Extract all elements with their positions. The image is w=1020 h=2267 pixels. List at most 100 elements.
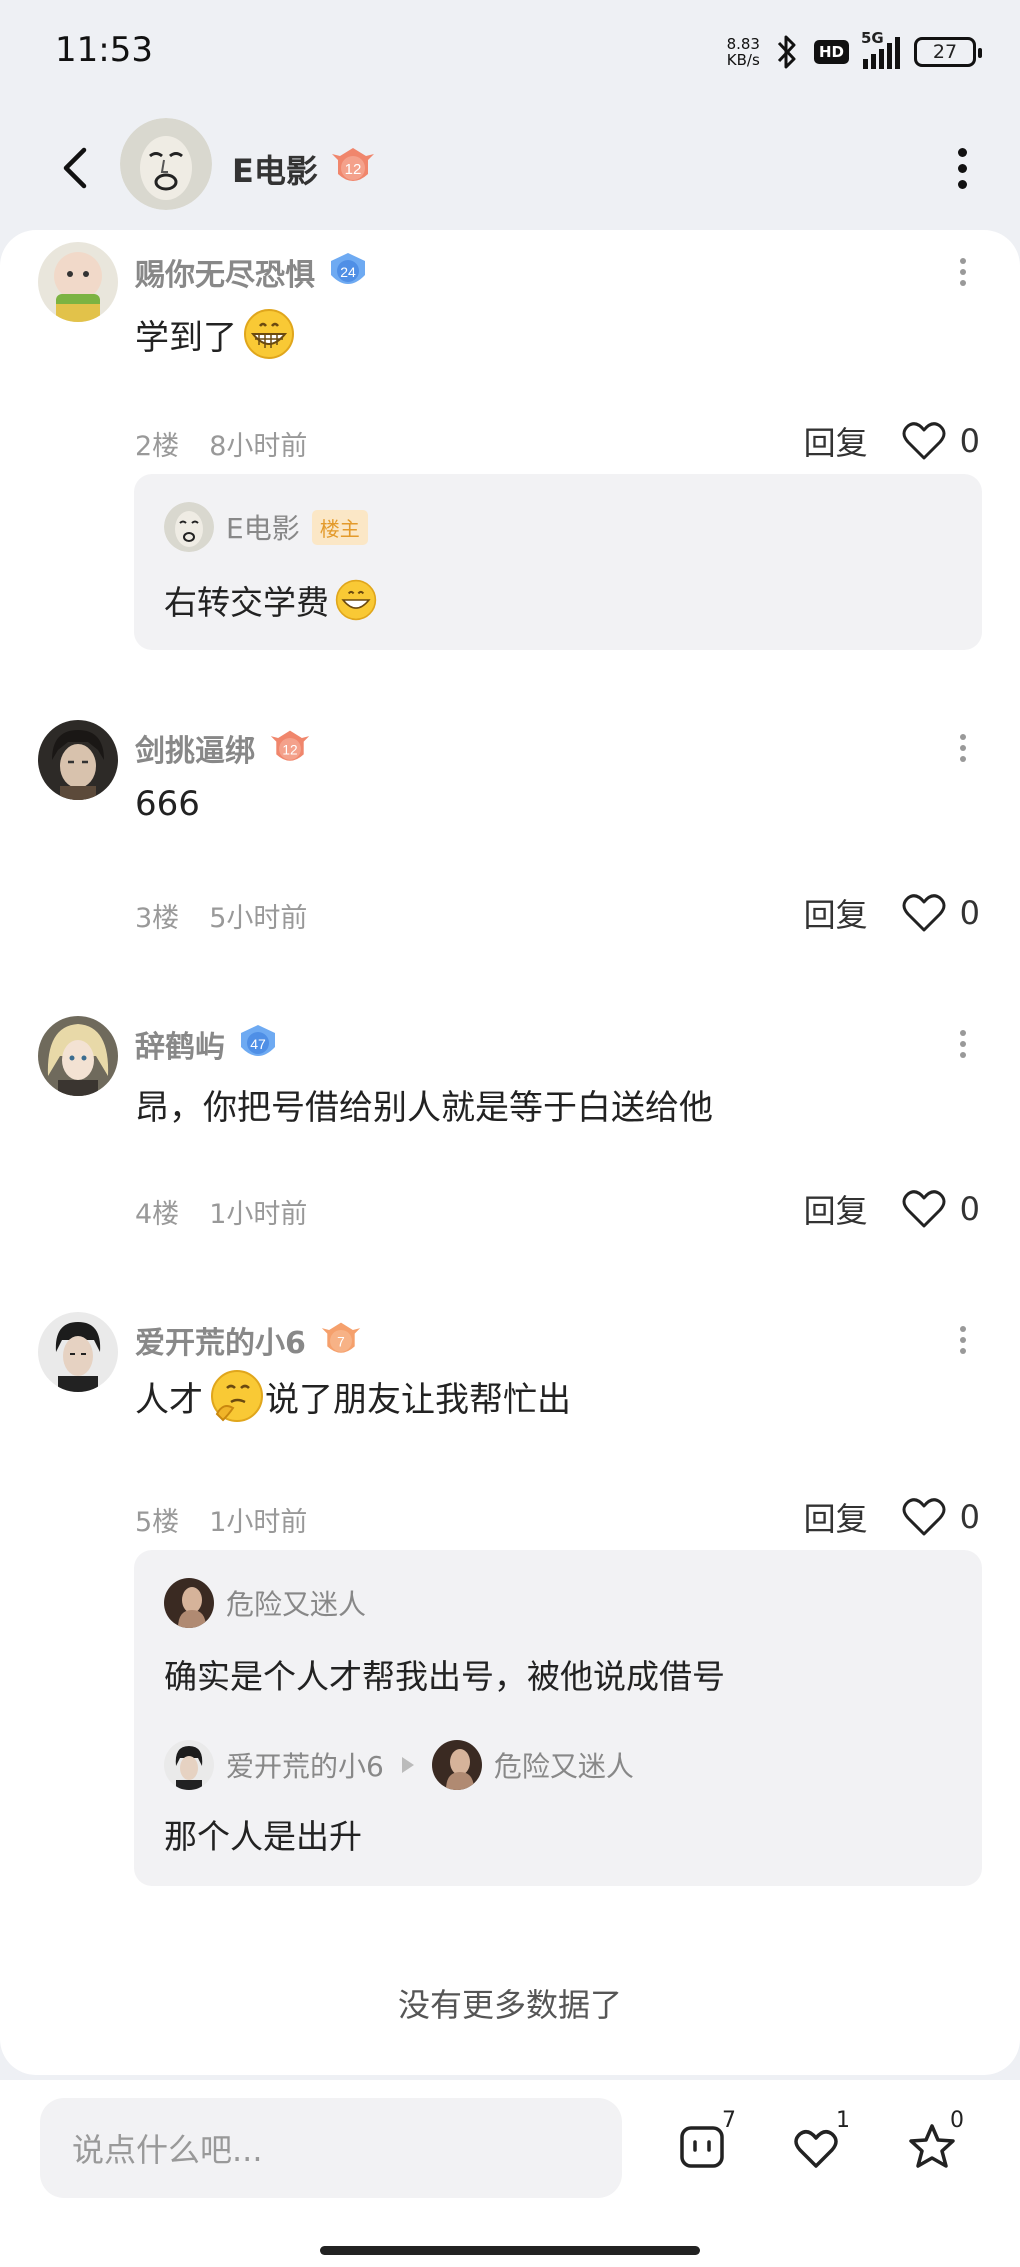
comment-more-button[interactable] [948,726,978,770]
reply-user-name[interactable]: E电影 [226,507,300,547]
comment-floor: 2楼 [135,431,180,462]
svg-text:12: 12 [282,742,297,757]
commenter-avatar[interactable] [38,1016,118,1096]
commenter-avatar[interactable] [38,720,118,800]
status-icons: 8.83 KB/s HD 5G 27 [727,29,982,74]
commenter-name-row: 辞鹤屿 47 [135,1022,281,1066]
hd-badge: HD [813,40,849,64]
comment-more-button[interactable] [948,1318,978,1362]
reply-box: 危险又迷人 确实是个人才帮我出号，被他说成借号 爱开荒的小6 危险又迷人 那个人… [134,1550,982,1886]
network-type: 5G [861,29,884,47]
level-shield-icon: 12 [270,730,310,761]
reply-button[interactable]: 回复 [804,1494,868,1540]
thinking-emoji-icon [211,1370,263,1422]
reply-text: 那个人是出升 [164,1810,362,1858]
comment-text-content: 学到了 [135,317,237,358]
reply-from-name[interactable]: 爱开荒的小6 [226,1745,384,1785]
reply-button[interactable]: 回复 [804,890,868,936]
reply-avatar[interactable] [164,1740,214,1790]
comment-text: 666 [135,784,200,824]
commenter-name[interactable]: 辞鹤屿 [135,1022,225,1066]
comment-floor: 5楼 [135,1507,180,1538]
comment-more-button[interactable] [948,250,978,294]
level-shield-icon: 47 [241,1025,275,1056]
like-count: 0 [959,894,980,932]
back-button[interactable] [48,140,104,196]
home-indicator[interactable] [320,2246,700,2255]
network-speed-unit: KB/s [726,51,760,69]
network-speed: 8.83 KB/s [727,36,760,68]
svg-text:24: 24 [340,264,356,280]
author-avatar[interactable] [120,118,212,210]
meme-face-avatar-icon [120,118,212,210]
comment-meta: 2楼 8小时前 [135,424,307,463]
heart-icon [902,422,946,460]
commenter-name[interactable]: 剑挑逼绑 [135,726,255,770]
like-button[interactable]: 0 [902,1497,980,1537]
like-button[interactable]: 0 [902,1189,980,1229]
reply-text-content: 确实是个人才帮我出号，被他说成借号 [164,1657,725,1696]
comment-input[interactable]: 说点什么吧... [40,2098,622,2198]
like-count: 0 [959,422,980,460]
reply-user: 危险又迷人 [164,1578,366,1628]
commenter-name[interactable]: 赐你无尽恐惧 [135,250,315,294]
like-total-count: 1 [836,2108,850,2133]
no-more-data: 没有更多数据了 [397,1986,622,2024]
comment-time: 1小时前 [209,1199,308,1230]
like-button[interactable]: 0 [902,893,980,933]
commenter-name-row: 剑挑逼绑 12 [135,726,315,770]
reply-user: E电影 楼主 [164,502,368,552]
svg-text:7: 7 [337,1334,345,1349]
reply-avatar[interactable] [164,1578,214,1628]
signal-icon: 5G [861,29,900,69]
person-avatar-icon [431,1740,482,1790]
level-shield-icon: 7 [321,1322,361,1353]
more-options-button[interactable] [944,140,980,196]
battery-icon: 27 [914,37,982,67]
like-button[interactable]: 0 [902,421,980,461]
comment-text: 昂，你把号借给别人就是等于白送给他 [135,1080,713,1129]
commenter-avatar[interactable] [38,1312,118,1392]
status-bar: 11:53 8.83 KB/s HD 5G 27 [0,0,1020,110]
comment-meta: 5楼 1小时前 [135,1500,307,1539]
commenter-name[interactable]: 爱开荒的小6 [135,1318,306,1362]
anime-character-avatar-icon [38,1312,118,1392]
comment-text: 学到了 [135,308,295,360]
reply-text: 右转交学费 [164,576,377,624]
reply-text-content: 那个人是出升 [164,1817,362,1856]
comment-time: 5小时前 [209,903,308,934]
anime-character-avatar-icon [164,1740,214,1790]
comment-more-button[interactable] [948,1022,978,1066]
reply-user: 爱开荒的小6 危险又迷人 [164,1740,634,1790]
star-count: 0 [950,2108,964,2133]
reply-box: E电影 楼主 右转交学费 [134,474,982,650]
comment-actions: 回复 0 [804,418,980,464]
page-title: E电影 [232,152,318,190]
commenter-avatar[interactable] [38,242,118,322]
comment-meta: 4楼 1小时前 [135,1192,307,1231]
commenter-name-row: 赐你无尽恐惧 24 [135,250,371,294]
comments-card: 赐你无尽恐惧 24 学到了 2楼 8小时前 回复 0 E电影 楼主 右转交学费 … [0,230,1020,2075]
status-time: 11:53 [55,30,153,70]
comment-floor: 3楼 [135,903,180,934]
comment-input-placeholder: 说点什么吧... [72,2131,263,2169]
reply-button[interactable]: 回复 [804,418,868,464]
like-count: 0 [959,1498,980,1536]
grin-emoji-icon [244,309,294,359]
comment-actions: 回复 0 [804,1186,980,1232]
bottom-bar: 说点什么吧... 7 1 0 [0,2080,1020,2267]
reply-avatar[interactable] [431,1740,482,1790]
comment-actions: 回复 0 [804,890,980,936]
person-avatar-icon [164,1578,214,1628]
reply-to-name[interactable]: 危险又迷人 [494,1745,634,1785]
level-badge: 12 [328,144,378,194]
meme-face-avatar-icon [164,502,214,552]
comment-text-before: 人才 [135,1379,203,1420]
comment-time: 1小时前 [209,1507,308,1538]
battery-level: 27 [932,41,958,63]
comment-floor: 4楼 [135,1199,180,1230]
comment-text-after: 说了朋友让我帮忙出 [265,1379,571,1420]
reply-user-name[interactable]: 危险又迷人 [226,1583,366,1623]
reply-avatar[interactable] [164,502,214,552]
reply-button[interactable]: 回复 [804,1186,868,1232]
